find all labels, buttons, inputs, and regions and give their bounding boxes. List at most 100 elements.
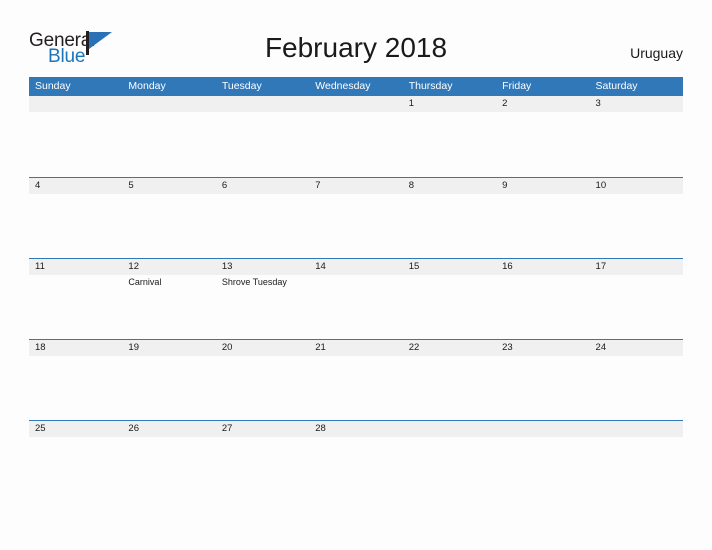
calendar-week-row: 123 xyxy=(29,96,683,177)
day-number[interactable]: 15 xyxy=(403,259,496,275)
day-cell[interactable] xyxy=(29,356,122,420)
week-date-band: 123 xyxy=(29,96,683,112)
day-cell[interactable] xyxy=(590,112,683,176)
day-number[interactable]: 8 xyxy=(403,178,496,194)
day-number[interactable]: 1 xyxy=(403,96,496,112)
day-cell[interactable] xyxy=(122,356,215,420)
weekday-header-thursday: Thursday xyxy=(408,80,453,92)
week-event-area: Carnival Shrove Tuesday xyxy=(29,275,683,339)
calendar-week-row: 4 5 6 7 8 9 10 xyxy=(29,177,683,258)
week-event-area xyxy=(29,437,683,501)
day-cell[interactable] xyxy=(216,356,309,420)
day-number-empty xyxy=(216,96,309,112)
week-date-band: 4 5 6 7 8 9 10 xyxy=(29,178,683,194)
day-cell[interactable]: Carnival xyxy=(122,275,215,339)
weekday-header-saturday: Saturday xyxy=(595,80,638,92)
day-number[interactable]: 20 xyxy=(216,340,309,356)
day-number-empty xyxy=(122,96,215,112)
day-cell[interactable] xyxy=(403,356,496,420)
day-number-empty xyxy=(309,96,402,112)
calendar-page: General Blue February 2018 Uruguay Sunda… xyxy=(0,0,712,550)
day-number[interactable]: 4 xyxy=(29,178,122,194)
day-number[interactable]: 17 xyxy=(590,259,683,275)
day-cell[interactable] xyxy=(122,437,215,501)
day-number[interactable]: 14 xyxy=(309,259,402,275)
day-cell xyxy=(403,437,496,501)
day-cell[interactable] xyxy=(309,356,402,420)
weekday-header-wednesday: Wednesday xyxy=(315,80,371,92)
day-cell xyxy=(496,437,589,501)
day-event-label: Shrove Tuesday xyxy=(221,277,287,287)
day-number[interactable]: 23 xyxy=(496,340,589,356)
day-cell[interactable] xyxy=(496,194,589,258)
day-number[interactable]: 27 xyxy=(216,421,309,437)
day-cell[interactable] xyxy=(403,194,496,258)
page-header: General Blue February 2018 Uruguay xyxy=(0,0,712,76)
day-cell[interactable] xyxy=(496,275,589,339)
day-cell[interactable] xyxy=(29,437,122,501)
day-number-empty xyxy=(496,421,589,437)
day-number[interactable]: 9 xyxy=(496,178,589,194)
calendar-week-row: 25 26 27 28 xyxy=(29,420,683,501)
day-number[interactable]: 11 xyxy=(29,259,122,275)
day-cell xyxy=(216,112,309,176)
day-cell[interactable] xyxy=(496,356,589,420)
day-number[interactable]: 16 xyxy=(496,259,589,275)
day-number-empty xyxy=(403,421,496,437)
week-event-area xyxy=(29,356,683,420)
day-number[interactable]: 25 xyxy=(29,421,122,437)
weekday-header-tuesday: Tuesday xyxy=(221,80,262,92)
day-cell[interactable] xyxy=(590,356,683,420)
calendar-grid: Sunday Monday Tuesday Wednesday Thursday… xyxy=(29,77,683,501)
day-number[interactable]: 21 xyxy=(309,340,402,356)
day-cell[interactable] xyxy=(29,194,122,258)
weekday-header-friday: Friday xyxy=(502,80,532,92)
day-cell[interactable] xyxy=(309,194,402,258)
day-number[interactable]: 19 xyxy=(122,340,215,356)
country-label: Uruguay xyxy=(630,45,683,61)
week-event-area xyxy=(29,194,683,258)
calendar-weeks: 1 2 3 4 5 6 7 8 9 10 11 12 13 14 15 16 17 Carnival Shrove … xyxy=(29,96,683,501)
day-number[interactable]: 7 xyxy=(309,178,402,194)
week-date-band: 18 19 20 21 22 23 24 xyxy=(29,340,683,356)
page-title: February 2018 xyxy=(264,32,448,63)
day-number[interactable]: 12 xyxy=(122,259,215,275)
week-event-area xyxy=(29,112,683,176)
day-cell[interactable] xyxy=(496,112,589,176)
day-cell[interactable] xyxy=(216,194,309,258)
day-cell[interactable] xyxy=(29,275,122,339)
day-number[interactable]: 24 xyxy=(590,340,683,356)
day-number[interactable]: 28 xyxy=(309,421,402,437)
day-number[interactable]: 3 xyxy=(590,96,683,112)
week-date-band: 25 26 27 28 xyxy=(29,421,683,437)
day-event-label: Carnival xyxy=(128,277,162,287)
day-cell[interactable] xyxy=(403,275,496,339)
day-cell[interactable] xyxy=(309,275,402,339)
day-cell[interactable] xyxy=(309,437,402,501)
day-number[interactable]: 26 xyxy=(122,421,215,437)
day-number[interactable]: 18 xyxy=(29,340,122,356)
calendar-week-row: 11 12 13 14 15 16 17 Carnival Shrove Tuesday xyxy=(29,258,683,339)
day-number[interactable]: 10 xyxy=(590,178,683,194)
weekday-header-sunday: Sunday xyxy=(35,80,71,92)
day-number-empty xyxy=(590,421,683,437)
day-cell[interactable] xyxy=(216,437,309,501)
day-cell[interactable] xyxy=(590,275,683,339)
day-cell xyxy=(122,112,215,176)
day-number[interactable]: 22 xyxy=(403,340,496,356)
day-number[interactable]: 5 xyxy=(122,178,215,194)
day-cell xyxy=(309,112,402,176)
day-cell[interactable]: Shrove Tuesday xyxy=(216,275,309,339)
day-number[interactable]: 2 xyxy=(496,96,589,112)
day-number[interactable]: 13 xyxy=(216,259,309,275)
day-cell[interactable] xyxy=(403,112,496,176)
week-date-band: 11 12 13 14 15 16 17 xyxy=(29,259,683,275)
day-number-empty xyxy=(29,96,122,112)
day-cell[interactable] xyxy=(590,194,683,258)
day-cell[interactable] xyxy=(122,194,215,258)
day-cell xyxy=(29,112,122,176)
weekday-header-monday: Monday xyxy=(128,80,166,92)
weekday-header-row: Sunday Monday Tuesday Wednesday Thursday… xyxy=(29,77,683,96)
day-number[interactable]: 6 xyxy=(216,178,309,194)
day-cell xyxy=(590,437,683,501)
